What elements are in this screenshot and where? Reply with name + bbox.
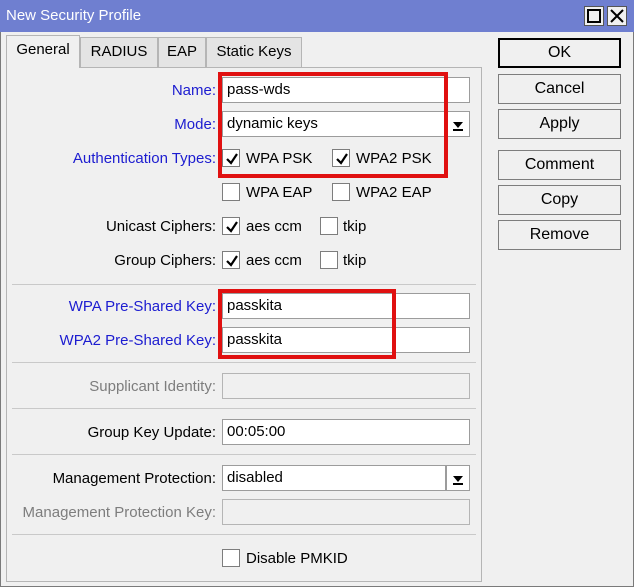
- group-tkip-checkbox[interactable]: [320, 251, 338, 269]
- wpa-psk-label: WPA PSK: [246, 150, 313, 167]
- unicast-aes-label: aes ccm: [246, 218, 302, 235]
- window-title: New Security Profile: [6, 7, 142, 24]
- group-key-update-field[interactable]: 00:05:00: [222, 419, 470, 445]
- management-protection-select[interactable]: disabled: [222, 465, 446, 491]
- supplicant-identity-field: [222, 373, 470, 399]
- management-protection-dropdown-button[interactable]: [446, 465, 470, 491]
- divider: [12, 284, 476, 285]
- checkmark-icon: [226, 255, 238, 267]
- mode-select[interactable]: dynamic keys: [222, 111, 446, 137]
- group-aes-checkbox[interactable]: [222, 251, 240, 269]
- tab-eap[interactable]: EAP: [158, 37, 206, 67]
- checkmark-icon: [226, 153, 238, 165]
- checkmark-icon: [336, 153, 348, 165]
- group-aes-label: aes ccm: [246, 252, 302, 269]
- comment-button[interactable]: Comment: [498, 150, 621, 180]
- disable-pmkid-checkbox[interactable]: [222, 549, 240, 567]
- wpa-eap-checkbox[interactable]: [222, 183, 240, 201]
- unicast-tkip-label: tkip: [343, 218, 367, 235]
- divider: [12, 534, 476, 535]
- wpa2-psk-checkbox[interactable]: [332, 149, 350, 167]
- unicast-aes-checkbox[interactable]: [222, 217, 240, 235]
- checkmark-icon: [226, 221, 238, 233]
- mode-label: Mode:: [174, 116, 216, 133]
- management-protection-key-label: Management Protection Key:: [22, 504, 216, 521]
- supplicant-identity-label: Supplicant Identity:: [89, 378, 216, 395]
- management-protection-label: Management Protection:: [52, 470, 216, 487]
- mode-dropdown-button[interactable]: [446, 111, 470, 137]
- wpa2-eap-checkbox[interactable]: [332, 183, 350, 201]
- wpa-psk-checkbox[interactable]: [222, 149, 240, 167]
- wpa-key-label: WPA Pre-Shared Key:: [68, 298, 216, 315]
- wpa2-psk-label: WPA2 PSK: [356, 150, 432, 167]
- wpa2-eap-label: WPA2 EAP: [356, 184, 432, 201]
- group-key-update-label: Group Key Update:: [87, 424, 216, 441]
- divider: [12, 362, 476, 363]
- dropdown-arrow-icon: [453, 476, 463, 485]
- group-tkip-label: tkip: [343, 252, 367, 269]
- unicast-ciphers-label: Unicast Ciphers:: [105, 218, 216, 235]
- wpa-eap-label: WPA EAP: [246, 184, 313, 201]
- wpa-key-field[interactable]: passkita: [222, 293, 470, 319]
- close-button[interactable]: [607, 6, 627, 26]
- copy-button[interactable]: Copy: [498, 185, 621, 215]
- tab-radius[interactable]: RADIUS: [80, 37, 158, 67]
- close-icon: [610, 9, 624, 23]
- divider: [12, 454, 476, 455]
- disable-pmkid-label: Disable PMKID: [246, 550, 348, 567]
- apply-button[interactable]: Apply: [498, 109, 621, 139]
- maximize-icon: [587, 9, 601, 23]
- unicast-tkip-checkbox[interactable]: [320, 217, 338, 235]
- ok-button[interactable]: OK: [498, 38, 621, 68]
- group-ciphers-label: Group Ciphers:: [114, 252, 216, 269]
- divider: [12, 408, 476, 409]
- tab-static-keys[interactable]: Static Keys: [206, 37, 302, 67]
- dropdown-arrow-icon: [453, 122, 463, 131]
- management-protection-key-field: [222, 499, 470, 525]
- cancel-button[interactable]: Cancel: [498, 74, 621, 104]
- maximize-button[interactable]: [584, 6, 604, 26]
- wpa2-key-label: WPA2 Pre-Shared Key:: [59, 332, 216, 349]
- wpa2-key-field[interactable]: passkita: [222, 327, 470, 353]
- name-label: Name:: [171, 82, 216, 99]
- auth-types-label: Authentication Types:: [72, 150, 216, 167]
- name-field[interactable]: pass-wds: [222, 77, 470, 103]
- remove-button[interactable]: Remove: [498, 220, 621, 250]
- tab-general[interactable]: General: [6, 35, 80, 68]
